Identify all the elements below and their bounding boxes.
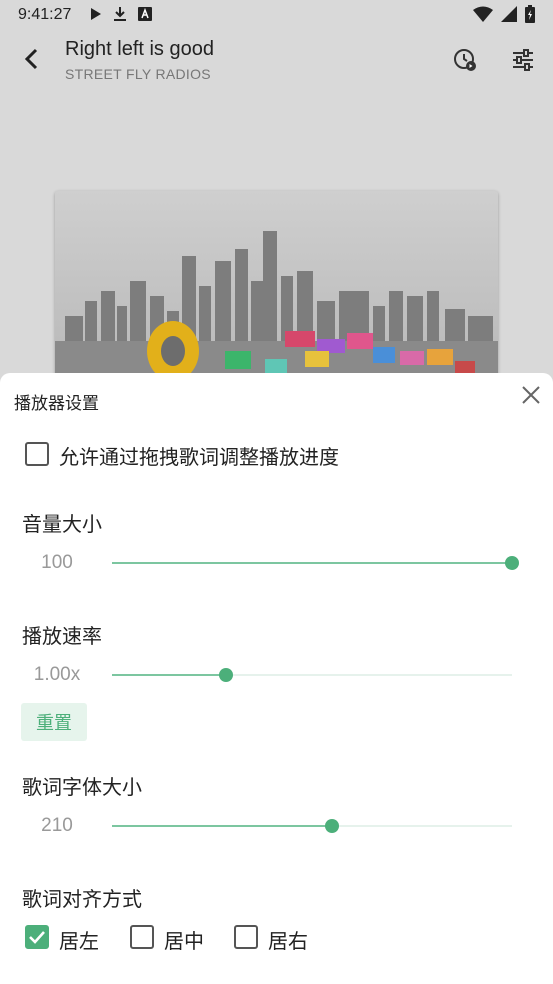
alignment-label: 歌词对齐方式 [22, 887, 142, 911]
slider-thumb[interactable] [219, 668, 233, 682]
sheet-title: 播放器设置 [14, 394, 99, 414]
battery-icon [525, 5, 535, 27]
align-center-checkbox[interactable] [130, 925, 154, 949]
font-a-icon [138, 7, 152, 25]
align-right-label: 居右 [268, 929, 308, 953]
align-right-checkbox[interactable] [234, 925, 258, 949]
timer-clock-icon [454, 49, 476, 71]
speed-label: 播放速率 [22, 624, 102, 648]
volume-label: 音量大小 [22, 512, 102, 536]
wifi-icon [473, 6, 493, 26]
font-size-slider[interactable] [112, 816, 512, 836]
cell-signal-icon [501, 6, 517, 26]
volume-value: 100 [41, 552, 73, 573]
album-artwork [55, 191, 498, 381]
tune-sliders-icon [513, 49, 533, 71]
play-icon [90, 7, 102, 25]
font-size-value: 210 [41, 815, 73, 836]
slider-fill [112, 674, 226, 676]
status-bar: 9:41:27 [0, 0, 553, 30]
sleep-timer-button[interactable] [451, 46, 479, 74]
app-bar: Right left is good STREET FLY RADIOS [0, 30, 553, 90]
slider-fill [112, 825, 332, 827]
status-left-icons [90, 6, 152, 26]
back-arrow-icon [24, 48, 38, 70]
song-title: Right left is good [65, 38, 214, 60]
close-icon [522, 386, 540, 404]
status-right-icons [473, 5, 535, 27]
close-button[interactable] [519, 383, 543, 407]
slider-fill [112, 562, 512, 564]
slider-thumb[interactable] [505, 556, 519, 570]
settings-tune-button[interactable] [509, 46, 537, 74]
back-button[interactable] [16, 44, 46, 74]
font-size-label: 歌词字体大小 [22, 775, 142, 799]
checkmark-icon [29, 931, 45, 944]
reset-speed-button[interactable]: 重置 [21, 703, 87, 741]
status-time: 9:41:27 [18, 6, 72, 23]
volume-slider[interactable] [112, 553, 519, 573]
artist-name: STREET FLY RADIOS [65, 66, 211, 82]
speed-value: 1.00x [33, 664, 81, 685]
drag-seek-checkbox[interactable] [25, 442, 49, 466]
download-icon [113, 6, 127, 26]
align-left-label: 居左 [59, 929, 99, 953]
speed-slider[interactable] [112, 665, 512, 685]
drag-seek-label: 允许通过拖拽歌词调整播放进度 [59, 445, 339, 469]
player-settings-sheet: 播放器设置 允许通过拖拽歌词调整播放进度 音量大小 100 播放速率 1.00x… [0, 373, 553, 984]
slider-thumb[interactable] [325, 819, 339, 833]
align-center-label: 居中 [164, 929, 204, 953]
align-left-checkbox[interactable] [25, 925, 49, 949]
